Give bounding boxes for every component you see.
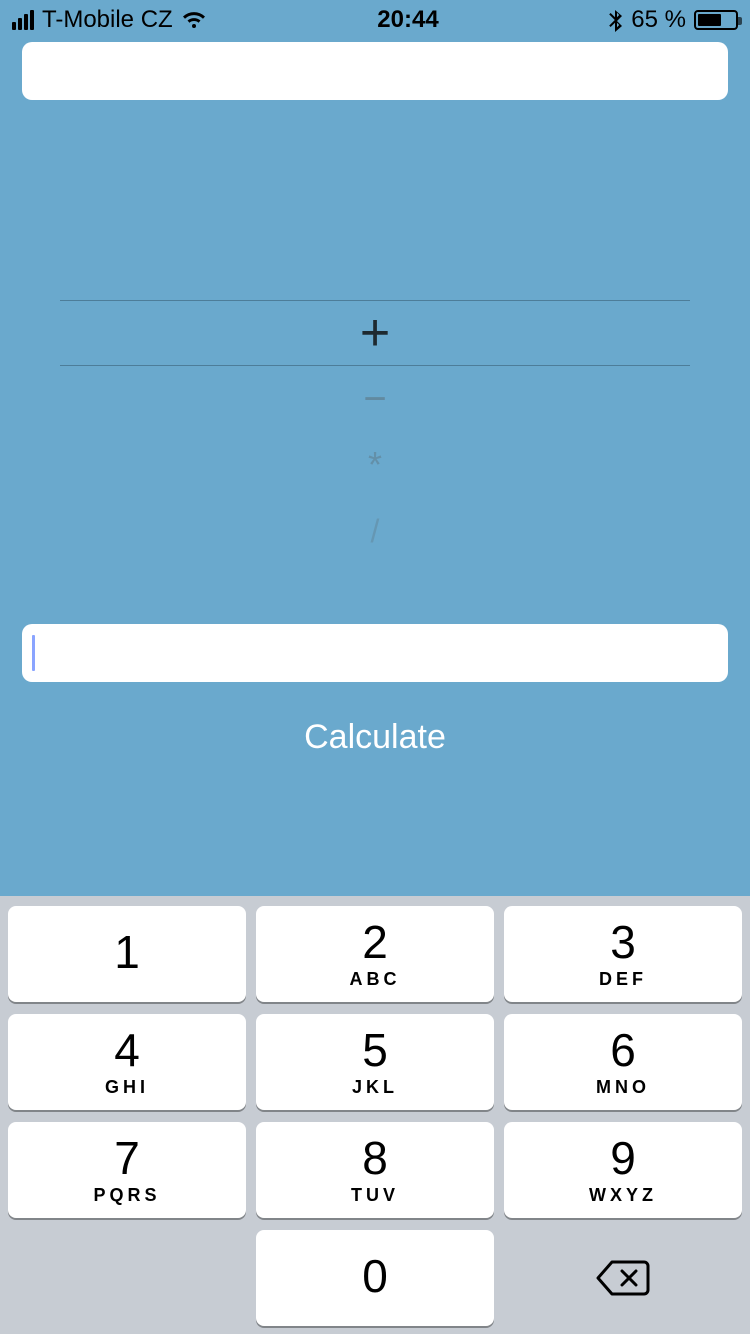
text-caret (32, 635, 35, 671)
key-0[interactable]: 0 (256, 1230, 494, 1326)
operator-divide[interactable]: / (60, 498, 690, 564)
operator-plus[interactable]: + (60, 300, 690, 366)
key-letters: MNO (596, 1077, 650, 1098)
key-9[interactable]: 9 WXYZ (504, 1122, 742, 1218)
key-digit: 4 (114, 1027, 140, 1073)
bluetooth-icon (609, 8, 623, 32)
key-digit: 8 (362, 1135, 388, 1181)
key-digit: 5 (362, 1027, 388, 1073)
key-digit: 3 (610, 919, 636, 965)
status-right: 65 % (609, 6, 738, 34)
key-letters: ABC (350, 969, 401, 990)
operator-minus[interactable]: − (60, 366, 690, 432)
key-letters: JKL (352, 1077, 398, 1098)
clock: 20:44 (377, 6, 438, 34)
operator-picker[interactable]: + − * / (22, 300, 728, 564)
key-3[interactable]: 3 DEF (504, 906, 742, 1002)
battery-fill (698, 14, 721, 26)
key-7[interactable]: 7 PQRS (8, 1122, 246, 1218)
battery-percent: 65 % (631, 6, 686, 34)
key-4[interactable]: 4 GHI (8, 1014, 246, 1110)
operator-multiply[interactable]: * (60, 432, 690, 498)
key-8[interactable]: 8 TUV (256, 1122, 494, 1218)
calculate-button[interactable]: Calculate (22, 718, 728, 757)
key-letters: PQRS (93, 1185, 160, 1206)
cellular-signal-icon (12, 10, 34, 30)
key-letters: TUV (351, 1185, 399, 1206)
key-digit: 9 (610, 1135, 636, 1181)
status-left: T-Mobile CZ (12, 6, 207, 34)
key-letters: DEF (599, 969, 647, 990)
key-letters: GHI (105, 1077, 149, 1098)
operand-a-input[interactable] (22, 42, 728, 100)
key-2[interactable]: 2 ABC (256, 906, 494, 1002)
key-digit: 7 (114, 1135, 140, 1181)
key-6[interactable]: 6 MNO (504, 1014, 742, 1110)
key-digit: 1 (114, 929, 140, 975)
key-digit: 2 (362, 919, 388, 965)
key-digit: 6 (610, 1027, 636, 1073)
key-digit: 0 (362, 1253, 388, 1299)
carrier-label: T-Mobile CZ (42, 6, 173, 34)
calculator-main: + − * / Calculate (0, 40, 750, 896)
key-letters: WXYZ (589, 1185, 657, 1206)
key-backspace[interactable] (504, 1230, 742, 1326)
key-1[interactable]: 1 (8, 906, 246, 1002)
operand-b-input[interactable] (22, 624, 728, 682)
key-spacer (8, 1230, 246, 1326)
status-bar: T-Mobile CZ 20:44 65 % (0, 0, 750, 40)
key-5[interactable]: 5 JKL (256, 1014, 494, 1110)
backspace-icon (594, 1258, 652, 1298)
wifi-icon (181, 10, 207, 30)
battery-icon (694, 10, 738, 30)
numeric-keyboard: 1 2 ABC 3 DEF 4 GHI 5 JKL 6 MNO 7 PQRS (0, 896, 750, 1334)
